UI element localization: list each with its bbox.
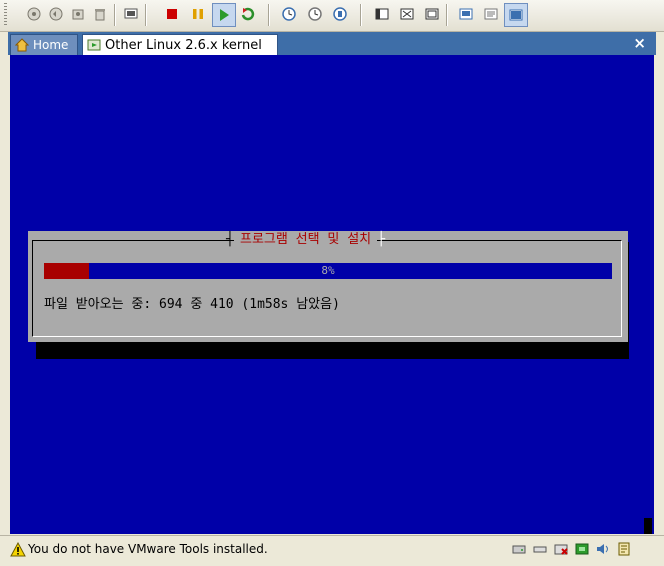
- floppy-icon[interactable]: [532, 541, 548, 557]
- usb-icon[interactable]: [616, 541, 632, 557]
- toolbar: [0, 0, 664, 32]
- clock-icon[interactable]: [279, 4, 299, 24]
- trash-icon[interactable]: [90, 4, 110, 24]
- warning-icon: [10, 542, 26, 558]
- pause-icon[interactable]: [188, 4, 208, 24]
- download-status: 파일 받아오는 중: 694 중 410 (1m58s 남았음): [44, 297, 340, 312]
- vm-console-screen[interactable]: 프로그램 선택 및 설치 8% 파일 받아오는 중: 694 중 410 (1m…: [10, 55, 654, 534]
- vm-view-icon[interactable]: [504, 3, 528, 27]
- sidebar-icon[interactable]: [372, 4, 392, 24]
- toolbar-grip[interactable]: [4, 3, 7, 27]
- progress-percent: 8%: [321, 264, 335, 277]
- reset-icon[interactable]: [238, 4, 258, 24]
- tab-vm-label: Other Linux 2.6.x kernel: [105, 37, 262, 53]
- status-bar: You do not have VMware Tools installed.: [0, 535, 664, 566]
- console-cursor: [644, 518, 652, 534]
- summary-view-icon[interactable]: [481, 4, 501, 24]
- harddisk-icon[interactable]: [511, 541, 527, 557]
- clock2-icon[interactable]: [305, 4, 325, 24]
- revert-icon[interactable]: [46, 4, 66, 24]
- clock3-icon[interactable]: [330, 4, 350, 24]
- fullscreen-icon[interactable]: [397, 4, 417, 24]
- close-tab-icon[interactable]: ×: [633, 34, 646, 52]
- snapshot-manager-icon[interactable]: [68, 4, 88, 24]
- vm-icon: [87, 38, 101, 52]
- dialog-title: 프로그램 선택 및 설치: [226, 231, 385, 249]
- home-icon: [15, 38, 29, 52]
- stop-icon[interactable]: [162, 4, 182, 24]
- tab-bar: Home Other Linux 2.6.x kernel ×: [8, 32, 656, 55]
- dialog-frame: [32, 240, 622, 337]
- network-icon[interactable]: [574, 541, 590, 557]
- tab-home[interactable]: Home: [10, 34, 78, 55]
- cdrom-icon[interactable]: [553, 541, 569, 557]
- play-icon[interactable]: [212, 3, 236, 27]
- status-message: You do not have VMware Tools installed.: [28, 542, 268, 556]
- snapshot-icon[interactable]: [24, 4, 44, 24]
- sound-icon[interactable]: [595, 541, 611, 557]
- console-view-icon[interactable]: [456, 4, 476, 24]
- install-dialog: 프로그램 선택 및 설치 8% 파일 받아오는 중: 694 중 410 (1m…: [28, 231, 628, 342]
- tab-vm[interactable]: Other Linux 2.6.x kernel: [82, 34, 278, 55]
- progress-bar: 8%: [44, 263, 612, 279]
- quickswitch-icon[interactable]: [422, 4, 442, 24]
- tab-home-label: Home: [33, 38, 69, 52]
- console-icon[interactable]: [121, 4, 141, 24]
